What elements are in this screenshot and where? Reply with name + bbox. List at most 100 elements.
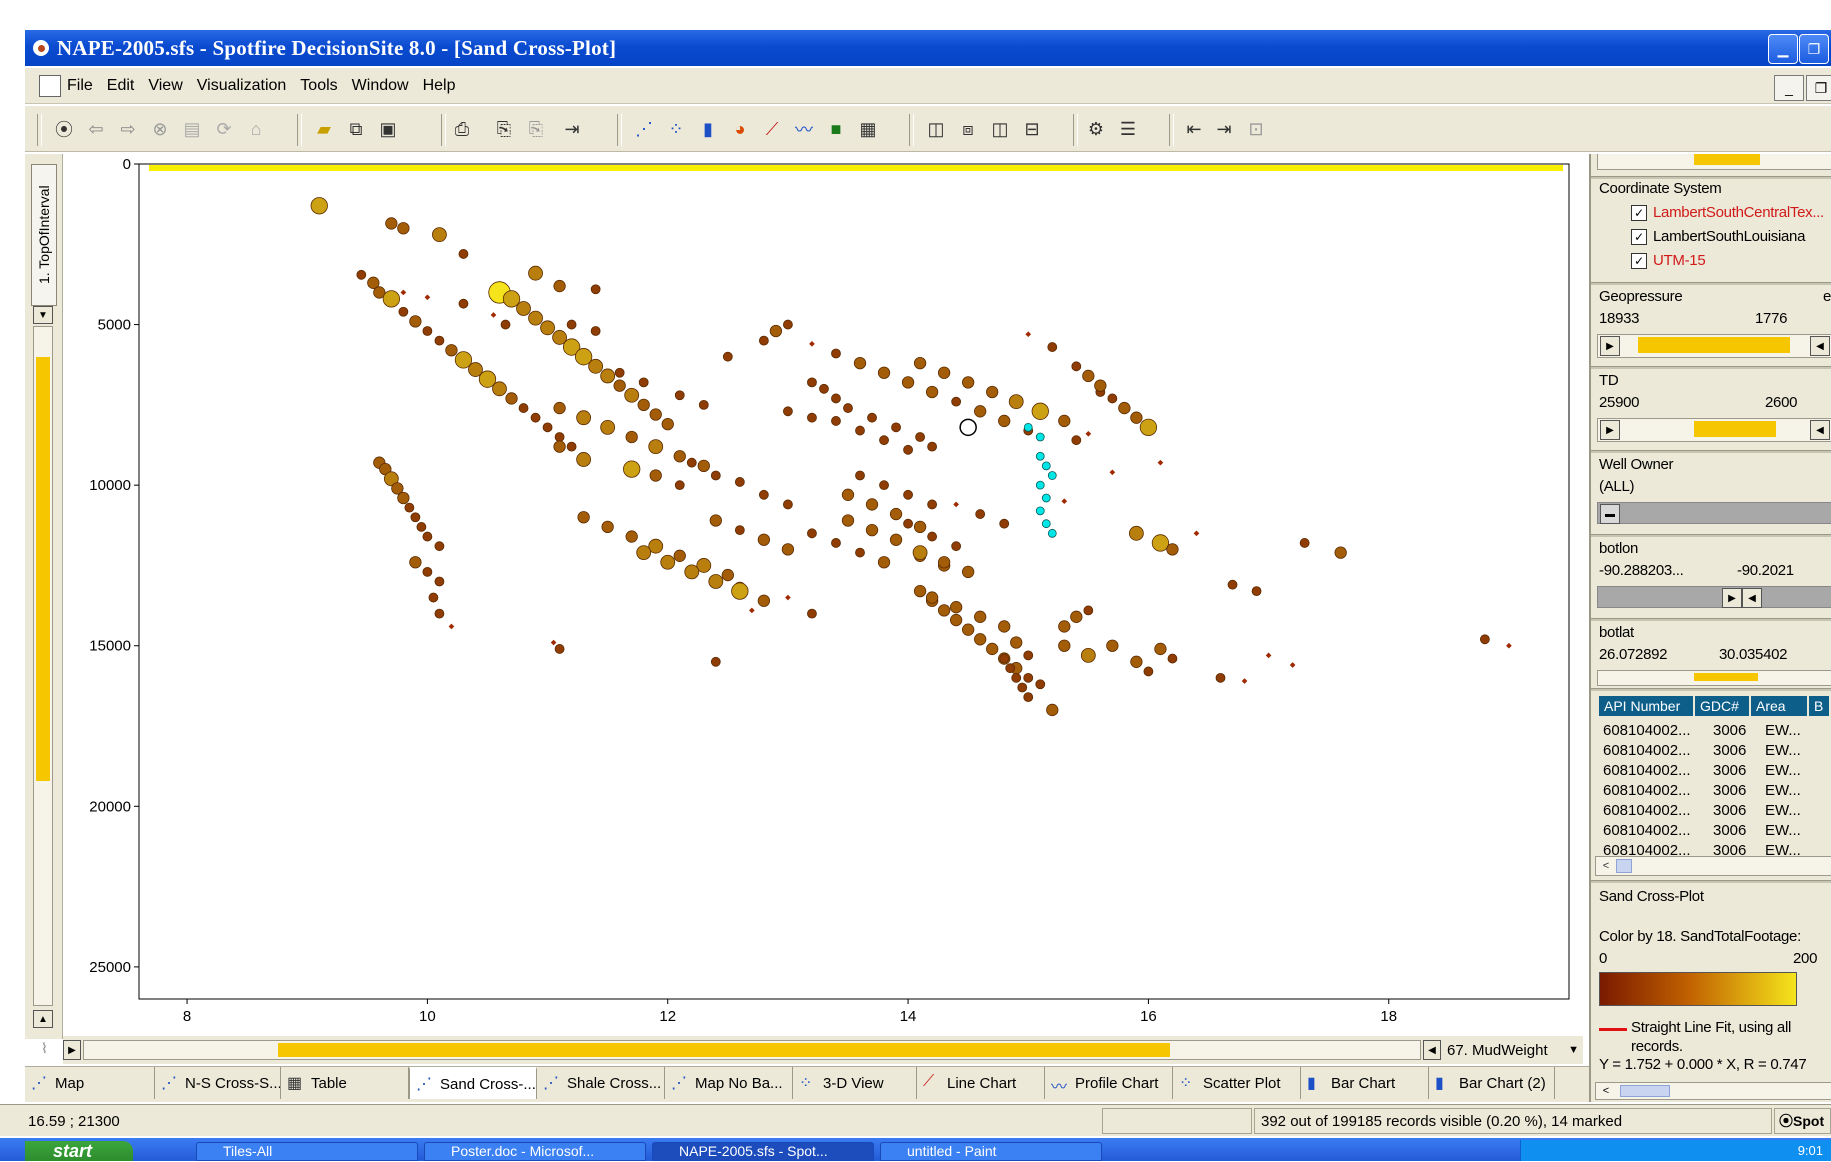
document-icon[interactable] xyxy=(39,74,61,97)
menu-file[interactable]: File xyxy=(67,77,93,95)
table-row[interactable]: 608104002... 3006 EW... xyxy=(1603,782,1825,799)
table-row[interactable]: 608104002... 3006 EW... xyxy=(1603,802,1825,819)
paste2-icon[interactable]: ⎘ xyxy=(523,116,549,142)
forward-icon[interactable]: ⇨ xyxy=(115,116,141,142)
tab-map[interactable]: ⋰ Map xyxy=(25,1067,155,1099)
tab-3-d-view[interactable]: ⁘ 3-D View xyxy=(793,1067,917,1099)
geopressure-slider-fill[interactable] xyxy=(1638,337,1790,353)
table-row[interactable]: 608104002... 3006 EW... xyxy=(1603,762,1825,779)
tab-line-chart[interactable]: ⟋ Line Chart xyxy=(917,1067,1045,1099)
menu-view[interactable]: View xyxy=(148,77,182,95)
slider-right-handle[interactable]: ◀ xyxy=(1742,588,1762,608)
line-icon[interactable]: ⟋ xyxy=(759,116,785,142)
layout3-icon[interactable]: ◫ xyxy=(987,116,1013,142)
slider-left-handle[interactable]: ▶ xyxy=(1600,420,1620,440)
coordinate-item-2[interactable]: ✓ LambertSouthLouisiana xyxy=(1631,228,1831,246)
scroll-left-icon[interactable]: < xyxy=(1597,858,1615,874)
mdi-minimize-button[interactable]: _ xyxy=(1774,75,1804,101)
table-row[interactable]: 608104002... 3006 EW... xyxy=(1603,722,1825,739)
clock[interactable]: 9:01 xyxy=(1798,1143,1823,1158)
house-icon[interactable]: ⌂ xyxy=(243,116,269,142)
next-icon[interactable]: ⇥ xyxy=(1211,116,1237,142)
prev-icon[interactable]: ⇤ xyxy=(1181,116,1207,142)
menu-edit[interactable]: Edit xyxy=(107,77,135,95)
back-icon[interactable]: ⇦ xyxy=(83,116,109,142)
minus-icon[interactable]: ▬ xyxy=(1600,504,1620,524)
botlat-slider[interactable] xyxy=(1597,670,1831,686)
x-slider-left-button[interactable]: ▶ xyxy=(63,1040,81,1060)
legend-scrollbar[interactable]: < xyxy=(1595,1082,1831,1100)
x-range-slider[interactable] xyxy=(83,1040,1421,1060)
menu-tools[interactable]: Tools xyxy=(300,77,337,95)
tab-table[interactable]: ▦ Table xyxy=(281,1067,409,1099)
heatmap-icon[interactable]: ■ xyxy=(823,116,849,142)
botlon-slider[interactable]: ▶ ◀ xyxy=(1597,586,1831,608)
slider-left-handle[interactable]: ▶ xyxy=(1600,336,1620,356)
layout1-icon[interactable]: ◫ xyxy=(923,116,949,142)
taskbar-item-poster[interactable]: Poster.doc - Microsof... xyxy=(424,1142,646,1161)
menu-window[interactable]: Window xyxy=(352,77,409,95)
refresh-icon[interactable]: ⟳ xyxy=(211,116,237,142)
coordinate-item-1[interactable]: ✓ LambertSouthCentralTex... xyxy=(1631,204,1831,222)
td-slider-fill[interactable] xyxy=(1694,421,1776,437)
x-axis-selector[interactable]: 67. MudWeight ▼ xyxy=(1447,1038,1579,1062)
table-row[interactable]: 608104002... 3006 EW... xyxy=(1603,742,1825,759)
sand-cross-plot[interactable]: 0 5000 10000 15000 20000 25000 8 10 12 14 16 18 xyxy=(63,154,1583,1039)
mdi-restore-button[interactable]: ❐ xyxy=(1806,75,1831,101)
coordinate-item-3[interactable]: ✓ UTM-15 xyxy=(1631,252,1831,270)
layout4-icon[interactable]: ⊟ xyxy=(1019,116,1045,142)
save-icon[interactable]: ▣ xyxy=(375,116,401,142)
column-header[interactable]: API Number xyxy=(1599,696,1693,716)
taskbar-item-paint[interactable]: untitled - Paint xyxy=(880,1142,1102,1161)
taskbar-item-spotfire[interactable]: NAPE-2005.sfs - Spot... xyxy=(652,1142,874,1161)
scatter-icon[interactable]: ⋰ xyxy=(631,116,657,142)
slider-right-handle[interactable]: ◀ xyxy=(1810,420,1830,440)
botlat-slider-fill[interactable] xyxy=(1694,673,1758,681)
taskbar-item-tiles[interactable]: Tiles-All xyxy=(196,1142,418,1161)
column-header[interactable]: Area xyxy=(1751,696,1807,716)
start-button[interactable]: start xyxy=(25,1141,133,1161)
slider-left-handle[interactable]: ▶ xyxy=(1722,588,1742,608)
profile-icon[interactable]: 〰 xyxy=(791,116,817,142)
zoom-icon[interactable]: ⊡ xyxy=(1243,116,1269,142)
legend-icon[interactable]: ☰ xyxy=(1115,116,1141,142)
tab-n-s-cross-s[interactable]: ⋰ N-S Cross-S... xyxy=(155,1067,281,1099)
tab-map-no-ba[interactable]: ⋰ Map No Ba... xyxy=(665,1067,793,1099)
tab-bar-chart[interactable]: ▮ Bar Chart xyxy=(1301,1067,1429,1099)
scroll-thumb[interactable] xyxy=(1616,859,1632,873)
scroll-left-icon[interactable]: < xyxy=(1597,1083,1615,1099)
paste-icon[interactable]: ⎘ xyxy=(491,116,517,142)
tab-bar-chart-2[interactable]: ▮ Bar Chart (2) xyxy=(1429,1067,1555,1099)
column-header[interactable]: B xyxy=(1809,696,1829,716)
y-axis-selector[interactable]: 1. TopOfInterval xyxy=(31,164,57,306)
tab-scatter-plot[interactable]: ⁘ Scatter Plot xyxy=(1173,1067,1301,1099)
well-owner-selector[interactable]: ▬ xyxy=(1597,502,1831,524)
table-icon[interactable]: ▦ xyxy=(855,116,881,142)
stop-icon[interactable]: ⊗ xyxy=(147,116,173,142)
home-icon[interactable]: ⦿ xyxy=(51,116,77,142)
export-icon[interactable]: ⇥ xyxy=(559,116,585,142)
tab-shale-cross[interactable]: ⋰ Shale Cross... xyxy=(537,1067,665,1099)
open-icon[interactable]: ▰ xyxy=(311,116,337,142)
scatter-plot-svg[interactable]: 0 5000 10000 15000 20000 25000 8 10 12 14 16 18 xyxy=(63,154,1583,1039)
y-range-slider-fill[interactable] xyxy=(36,357,50,781)
print-icon[interactable]: ⎙ xyxy=(449,116,475,142)
y-slider-up-button[interactable]: ▼ xyxy=(33,306,53,324)
table-row[interactable]: 608104002... 3006 EW... xyxy=(1603,822,1825,839)
layout2-icon[interactable]: ⧈ xyxy=(955,116,981,142)
checkbox[interactable]: ✓ xyxy=(1631,205,1647,222)
slider-right-handle[interactable]: ◀ xyxy=(1810,336,1830,356)
x-slider-right-button[interactable]: ◀ xyxy=(1423,1040,1441,1060)
scroll-thumb[interactable] xyxy=(1620,1085,1670,1097)
geopressure-slider[interactable]: ▶ ◀ xyxy=(1597,334,1831,358)
top-range-slider[interactable] xyxy=(1597,154,1831,170)
window-title-bar[interactable]: NAPE-2005.sfs - Spotfire DecisionSite 8.… xyxy=(25,30,1831,66)
column-header[interactable]: GDC# xyxy=(1695,696,1749,716)
minimize-button[interactable]: ▁ xyxy=(1768,34,1798,64)
checkbox[interactable]: ✓ xyxy=(1631,253,1647,270)
top-range-slider-fill[interactable] xyxy=(1694,154,1760,165)
x-range-slider-fill[interactable] xyxy=(278,1043,1170,1057)
properties-icon[interactable]: ⚙ xyxy=(1083,116,1109,142)
doc-icon[interactable]: ▤ xyxy=(179,116,205,142)
table-scrollbar[interactable]: < xyxy=(1595,856,1831,876)
